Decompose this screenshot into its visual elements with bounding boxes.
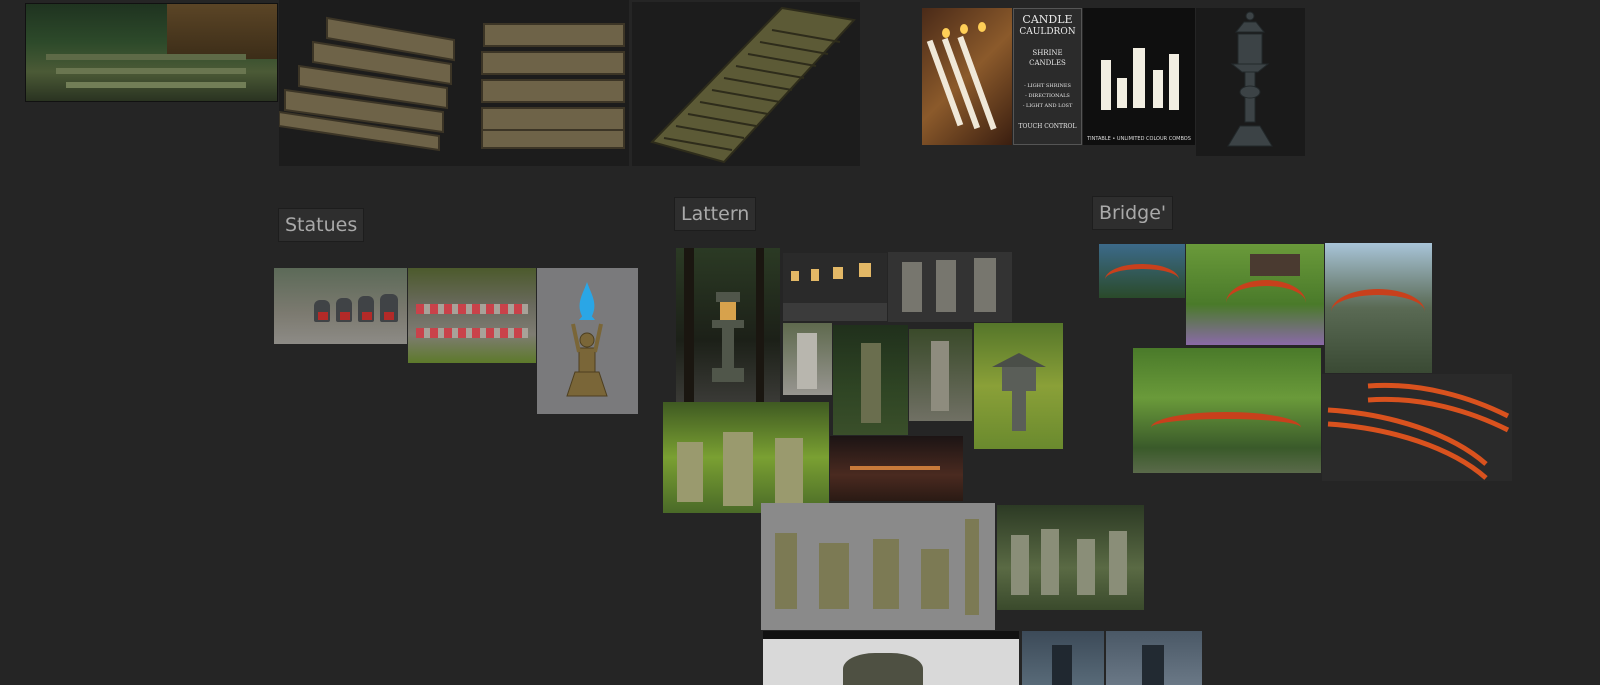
image-shrine-night[interactable] <box>830 436 963 501</box>
sign-line-2: CAULDRON <box>1019 27 1076 37</box>
statue-figure-render <box>566 282 608 397</box>
image-white-candles[interactable]: TINTABLE • UNLIMITED COLOUR COMBOS <box>1083 8 1195 145</box>
sign-line-5: - LIGHT SHRINES <box>1024 83 1071 89</box>
label-statues[interactable]: Statues <box>278 208 365 242</box>
bridge-model-render <box>1327 382 1510 480</box>
image-lantern-moss-forest[interactable] <box>833 325 908 435</box>
image-lanterns-nara[interactable] <box>663 402 829 513</box>
sign-line-8: TOUCH CONTROL <box>1018 123 1077 130</box>
image-foggy-pagoda-2[interactable] <box>1106 631 1202 685</box>
image-lanterns-moss-cluster[interactable] <box>997 505 1144 610</box>
image-lantern-models[interactable] <box>888 252 1012 322</box>
image-lantern-forest-night[interactable] <box>676 248 780 402</box>
image-forest-stairs[interactable] <box>25 3 278 102</box>
image-red-bridge-arch[interactable] <box>1325 243 1432 373</box>
image-red-bridge-model[interactable] <box>1322 374 1512 481</box>
image-lantern-mossy-roof[interactable] <box>974 323 1063 449</box>
image-lantern-stone-small[interactable] <box>783 323 832 395</box>
candles-caption: TINTABLE • UNLIMITED COLOUR COMBOS <box>1087 136 1191 142</box>
image-stone-stairs-3d[interactable] <box>279 0 629 166</box>
sign-line-4: CANDLES <box>1029 59 1066 67</box>
image-long-stone-staircase[interactable] <box>632 2 860 166</box>
sign-line-6: - DIRECTIONALS <box>1025 93 1070 99</box>
image-red-bridge-pond[interactable] <box>1133 348 1321 473</box>
stone-stairs-render <box>279 16 625 152</box>
metal-lantern-render <box>1227 11 1273 147</box>
image-candle-cauldron-sign[interactable]: CANDLE CAULDRON SHRINE CANDLES - LIGHT S… <box>1013 8 1082 145</box>
image-jizo-row[interactable] <box>274 268 407 344</box>
image-jizo-garden[interactable] <box>408 268 536 363</box>
sign-line-3: SHRINE <box>1032 49 1063 57</box>
long-staircase-render <box>650 6 856 164</box>
sign-line-7: - LIGHT AND LOST <box>1022 103 1073 109</box>
image-lantern-moss-path[interactable] <box>909 329 972 421</box>
image-rock-render[interactable] <box>763 631 1019 685</box>
image-metal-lantern[interactable] <box>1196 8 1305 156</box>
sign-line-1: CANDLE <box>1022 13 1073 26</box>
image-lantern-row-lit[interactable] <box>783 253 887 321</box>
moodboard-canvas[interactable]: { "labels": { "statues": "Statues", "lan… <box>0 0 1600 685</box>
label-lantern[interactable]: Lattern <box>674 197 757 231</box>
image-foggy-pagoda-1[interactable] <box>1022 631 1104 685</box>
image-statue-blue-flame[interactable] <box>537 268 638 414</box>
image-lantern-models-grey[interactable] <box>761 503 995 630</box>
label-bridge[interactable]: Bridge' <box>1092 196 1174 230</box>
image-red-bridge-small[interactable] <box>1099 244 1185 298</box>
image-shrine-candles[interactable] <box>922 8 1012 145</box>
image-red-bridge-garden[interactable] <box>1186 244 1324 345</box>
